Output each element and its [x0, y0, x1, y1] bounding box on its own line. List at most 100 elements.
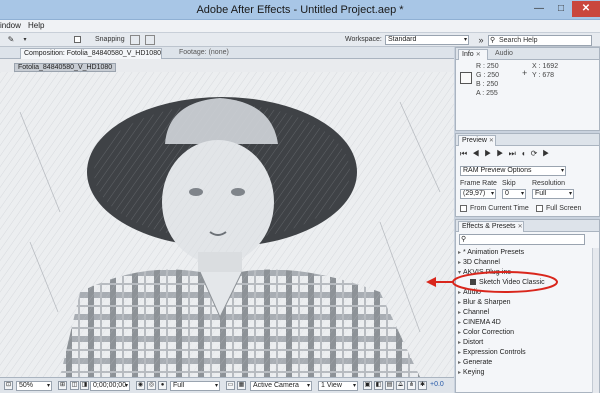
info-a: A : 255: [476, 90, 498, 97]
exposure-value[interactable]: +0.0: [430, 381, 444, 388]
prev-frame-icon[interactable]: ◀: [472, 149, 484, 158]
list-item[interactable]: ▸ * Animation Presets: [458, 248, 589, 257]
fast-previews-icon[interactable]: ◧: [374, 381, 383, 390]
playback-controls[interactable]: ⏮◀▶▶⏭◖⟳▶: [460, 150, 555, 158]
ram-preview-select[interactable]: RAM Preview Options: [460, 166, 566, 176]
layer-tag[interactable]: Fotolia_84840580_V_HD1080: [14, 63, 117, 72]
chevron-down-icon[interactable]: ▾: [20, 35, 30, 45]
info-y: Y : 678: [532, 72, 555, 79]
snap-feature-icon[interactable]: [130, 35, 140, 45]
full-screen-label: Full Screen: [546, 205, 582, 212]
safe-zones-icon[interactable]: ⊞: [58, 381, 67, 390]
last-frame-icon[interactable]: ⏭: [509, 149, 521, 158]
frame-rate-select[interactable]: (29,97): [460, 189, 496, 199]
search-help-input[interactable]: ⚲ Search Help: [488, 35, 592, 46]
tab-preview[interactable]: Preview ✕: [458, 135, 496, 146]
transparency-grid-icon[interactable]: ▦: [237, 381, 246, 390]
effects-presets-panel: Effects & Presets ✕ ⚲ ▸ * Animation Preset…: [455, 219, 600, 393]
audio-icon[interactable]: ◖: [521, 149, 531, 158]
comp-flowchart-icon[interactable]: ⟁: [396, 381, 405, 390]
frame-rate-label: Frame Rate: [460, 180, 497, 187]
list-item[interactable]: ▸ Distort: [458, 338, 589, 347]
camera-select[interactable]: Active Camera: [250, 381, 312, 391]
menu-help[interactable]: Help: [28, 21, 44, 30]
region-of-interest-icon[interactable]: ▭: [226, 381, 235, 390]
resolution-select[interactable]: Full: [170, 381, 220, 391]
list-item[interactable]: ▾ AKVIS Plug-ins: [458, 268, 589, 277]
first-frame-icon[interactable]: ⏮: [460, 149, 472, 158]
viewer-status-bar: ⊡ 50% ⊞ ◫ ◨ 0;00;00;00 ◉ ◎ ● Full ▭ ▦ Ac…: [0, 377, 454, 393]
snapping-checkbox[interactable]: [74, 36, 81, 43]
effects-list: ▸ * Animation Presets ▸ 3D Channel ▾ AKVIS …: [456, 248, 599, 393]
preview-panel: Preview✕ ⏮◀▶▶⏭◖⟳▶ RAM Preview Options Fr…: [455, 133, 600, 217]
list-item[interactable]: ▸ Expression Controls: [458, 348, 589, 357]
pin-tool-icon[interactable]: ✎: [6, 35, 16, 45]
show-channel-icon[interactable]: ◎: [147, 381, 156, 390]
search-icon: ⚲: [490, 37, 496, 44]
next-frame-icon[interactable]: ▶: [496, 149, 508, 158]
sketch-video-classic-item[interactable]: Sketch Video Classic: [458, 278, 589, 287]
list-item[interactable]: ▸ Audio: [458, 288, 589, 297]
mask-visibility-icon[interactable]: ◫: [70, 381, 79, 390]
minimize-button[interactable]: —: [528, 1, 550, 17]
skip-label: Skip: [502, 180, 516, 187]
from-current-time-checkbox[interactable]: [460, 205, 467, 212]
magnification-select[interactable]: 50%: [16, 381, 52, 391]
crosshair-icon: +: [522, 68, 528, 78]
tab-audio[interactable]: Audio: [492, 49, 516, 60]
composition-viewer[interactable]: [0, 72, 454, 377]
full-screen-checkbox[interactable]: [536, 205, 543, 212]
toolbar: ✎ ▾ Snapping Workspace: Standard » ⚲ Sea…: [0, 33, 600, 47]
list-item[interactable]: ▸ Keying: [458, 368, 589, 377]
info-g: G : 250: [476, 72, 499, 79]
tab-info[interactable]: Info ✕: [458, 49, 488, 60]
snapping-label: Snapping: [95, 36, 125, 43]
skip-select[interactable]: 0: [502, 189, 526, 199]
toggle-pixel-aspect-icon[interactable]: ▣: [363, 381, 372, 390]
resolution-label: Resolution: [532, 180, 566, 187]
color-channel-icon[interactable]: ●: [158, 381, 167, 390]
view-layout-select[interactable]: 1 View: [318, 381, 358, 391]
list-item[interactable]: ▸ CINEMA 4D: [458, 318, 589, 327]
timecode-field[interactable]: 0;00;00;00: [90, 381, 130, 391]
menu-window[interactable]: indow: [0, 21, 21, 30]
search-placeholder: Search Help: [499, 37, 538, 44]
from-current-time-label: From Current Time: [470, 205, 529, 212]
loop-icon[interactable]: ⟳: [531, 149, 543, 158]
exposure-reset-icon[interactable]: ✱: [418, 381, 427, 390]
list-item[interactable]: ▸ Color Correction: [458, 328, 589, 337]
close-button[interactable]: ✕: [572, 1, 600, 17]
info-panel: Info ✕ Audio R : 250 G : 250 B : 250 A : …: [455, 47, 600, 131]
workspace-select[interactable]: Standard: [385, 35, 469, 45]
sketch-image: [0, 72, 454, 377]
effects-scrollbar[interactable]: [592, 248, 599, 393]
resolution-select-preview[interactable]: Full: [532, 189, 574, 199]
camera-snapshot-icon[interactable]: ◉: [136, 381, 145, 390]
color-swatch: [460, 72, 472, 84]
flowchart-icon[interactable]: ⋔: [407, 381, 416, 390]
tab-effects-presets[interactable]: Effects & Presets ✕: [458, 221, 524, 232]
timeline-icon[interactable]: ▤: [385, 381, 394, 390]
info-r: R : 250: [476, 63, 499, 70]
play-icon[interactable]: ▶: [484, 149, 496, 158]
tab-footage[interactable]: Footage: (none): [176, 48, 232, 59]
list-item[interactable]: ▸ Generate: [458, 358, 589, 367]
list-item[interactable]: ▸ 3D Channel: [458, 258, 589, 267]
tab-composition[interactable]: Composition: Fotolia_84840580_V_HD1080: [20, 48, 162, 59]
effect-icon: [470, 279, 476, 285]
list-item[interactable]: ▸ Channel: [458, 308, 589, 317]
snapshot-icon[interactable]: ◨: [80, 381, 89, 390]
info-x: X : 1692: [532, 63, 559, 70]
preview-tab-row: Preview ✕: [456, 134, 599, 146]
window-title: Adobe After Effects - Untitled Project.a…: [196, 4, 404, 16]
list-item[interactable]: ▸ Blur & Sharpen: [458, 298, 589, 307]
double-arrow-icon[interactable]: »: [476, 35, 486, 45]
snap-grid-icon[interactable]: [145, 35, 155, 45]
effects-tab-row: Effects & Presets ✕: [456, 220, 599, 232]
maximize-button[interactable]: □: [550, 1, 572, 17]
title-bar: Adobe After Effects - Untitled Project.a…: [0, 0, 600, 20]
always-preview-icon[interactable]: ⊡: [4, 381, 13, 390]
ram-preview-icon[interactable]: ▶: [542, 149, 554, 158]
effects-search-input[interactable]: ⚲: [459, 234, 585, 245]
search-icon: ⚲: [461, 236, 467, 243]
